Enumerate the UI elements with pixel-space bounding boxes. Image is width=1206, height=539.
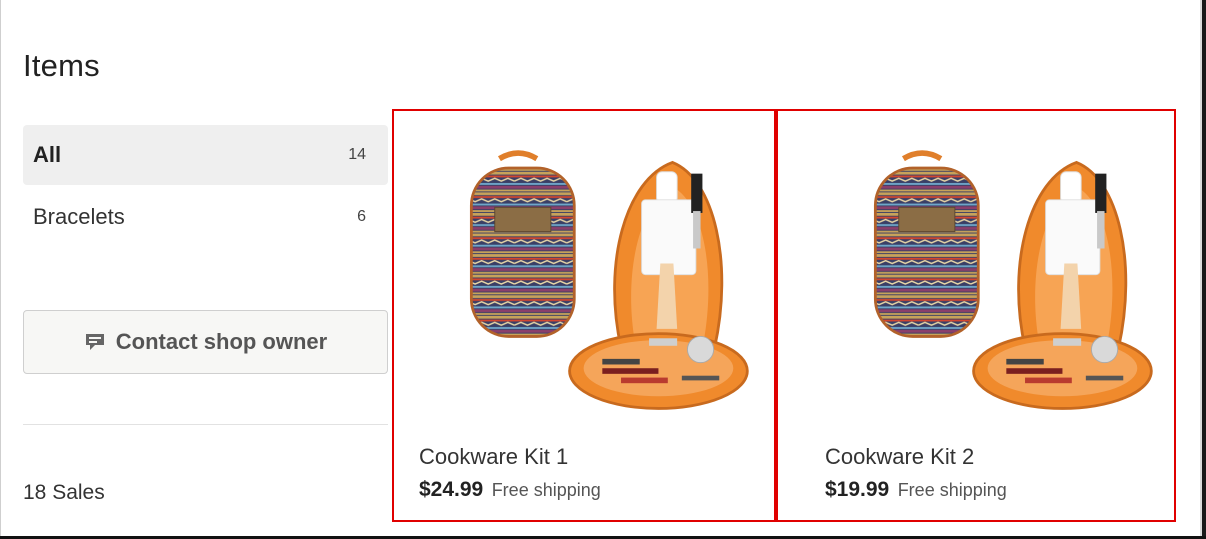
product-card[interactable]: Cookware Kit 2 $19.99 Free shipping	[776, 109, 1176, 522]
product-image[interactable]	[866, 147, 1156, 422]
section-title: Items	[23, 48, 100, 83]
product-price-row: $24.99 Free shipping	[419, 478, 601, 502]
category-bracelets[interactable]: Bracelets 6	[23, 187, 388, 247]
product-title[interactable]: Cookware Kit 1	[419, 444, 568, 470]
product-card[interactable]: Cookware Kit 1 $24.99 Free shipping	[392, 109, 776, 522]
window-left-edge	[0, 0, 1, 539]
sales-count: 18 Sales	[23, 481, 105, 504]
category-label: All	[33, 142, 62, 167]
product-image[interactable]	[462, 147, 752, 422]
category-count: 6	[357, 208, 366, 225]
contact-button-label: Contact shop owner	[115, 329, 328, 354]
shipping-label: Free shipping	[897, 480, 1007, 500]
category-label: Bracelets	[33, 204, 125, 229]
product-price: $24.99	[419, 478, 484, 501]
product-title[interactable]: Cookware Kit 2	[825, 444, 974, 470]
message-icon	[84, 332, 106, 352]
divider	[23, 424, 388, 425]
category-all[interactable]: All 14	[23, 125, 388, 185]
product-price-row: $19.99 Free shipping	[825, 478, 1007, 502]
product-price: $19.99	[825, 478, 890, 501]
shipping-label: Free shipping	[491, 480, 601, 500]
window-right-edge	[1202, 0, 1206, 539]
contact-shop-owner-button[interactable]: Contact shop owner	[23, 310, 388, 374]
category-count: 14	[348, 146, 366, 163]
